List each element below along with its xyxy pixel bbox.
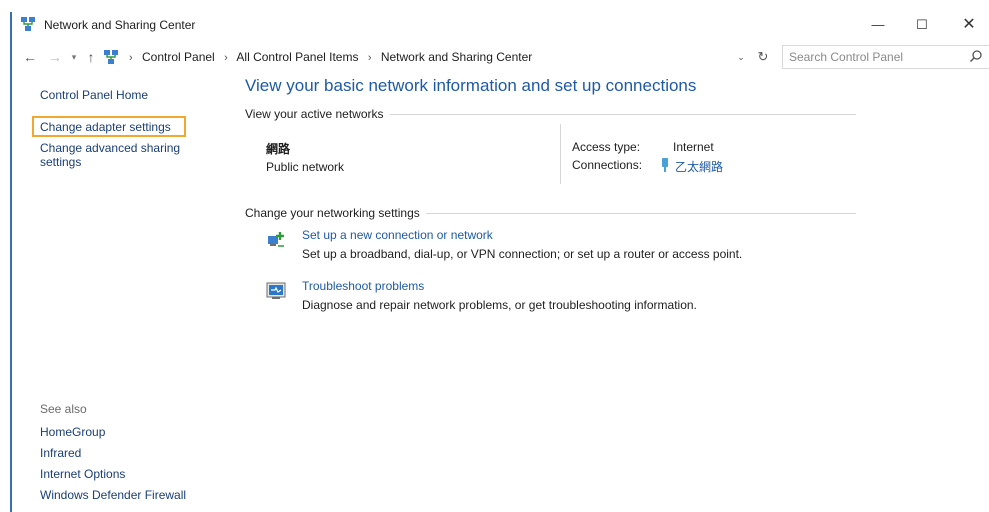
connections-label: Connections: (572, 158, 643, 172)
network-name: 網路 (266, 142, 291, 156)
setup-new-connection-description: Set up a broadband, dial-up, or VPN conn… (302, 247, 743, 261)
troubleshoot-problems-description: Diagnose and repair network problems, or… (302, 298, 697, 312)
breadcrumb-separator[interactable]: › (224, 52, 228, 64)
main-content: View your basic network information and … (232, 70, 972, 500)
control-panel-home-link[interactable]: Control Panel Home (40, 88, 148, 102)
breadcrumb-network-sharing-center[interactable]: Network and Sharing Center (381, 50, 532, 64)
internet-options-link[interactable]: Internet Options (40, 467, 125, 481)
homegroup-link[interactable]: HomeGroup (40, 425, 105, 439)
active-networks-heading: View your active networks (245, 107, 390, 121)
forward-button[interactable]: → (46, 46, 64, 68)
address-bar-row: ← → ▾ ↑ › Control Panel › All Control Pa… (12, 44, 989, 70)
minimize-button[interactable]: — (858, 12, 898, 38)
address-dropdown-button[interactable]: ⌄ (734, 46, 748, 68)
network-type-link[interactable]: Public network (266, 160, 344, 174)
firewall-link[interactable]: Windows Defender Firewall (40, 488, 186, 502)
access-type-value: Internet (673, 140, 714, 154)
network-vertical-divider (560, 124, 561, 184)
breadcrumb-control-panel[interactable]: Control Panel (142, 50, 215, 64)
network-sharing-center-window: Network and Sharing Center — ☐ ✕ ← → ▾ ↑… (0, 0, 989, 512)
left-task-pane: Control Panel Home Change adapter settin… (12, 78, 222, 512)
up-button[interactable]: ↑ (82, 46, 100, 68)
change-adapter-settings-link[interactable]: Change adapter settings (40, 120, 171, 134)
see-also-heading: See also (40, 402, 87, 416)
ethernet-icon (662, 158, 668, 172)
page-title: View your basic network information and … (245, 76, 697, 95)
window-title: Network and Sharing Center (44, 18, 196, 32)
control-panel-icon (104, 50, 118, 64)
breadcrumb-all-items[interactable]: All Control Panel Items (236, 50, 358, 64)
back-button[interactable]: ← (20, 46, 40, 68)
maximize-button[interactable]: ☐ (902, 12, 942, 38)
network-center-icon (21, 17, 35, 31)
search-icon[interactable] (969, 49, 983, 63)
infrared-link[interactable]: Infrared (40, 446, 81, 460)
troubleshoot-icon (266, 282, 286, 299)
setup-new-connection-link[interactable]: Set up a new connection or network (302, 228, 493, 242)
search-input[interactable] (789, 49, 959, 65)
title-bar: Network and Sharing Center — ☐ ✕ (12, 12, 989, 38)
change-advanced-sharing-link[interactable]: Change advanced sharing settings (40, 141, 210, 169)
breadcrumb-separator[interactable]: › (368, 52, 372, 64)
ethernet-connection-link[interactable]: 乙太網路 (675, 158, 723, 175)
new-connection-icon (268, 232, 284, 247)
breadcrumb-separator: › (129, 52, 133, 64)
change-settings-heading: Change your networking settings (245, 206, 426, 220)
recent-locations-button[interactable]: ▾ (66, 46, 82, 68)
refresh-button[interactable]: ↻ (754, 46, 772, 68)
search-box[interactable] (782, 45, 989, 69)
breadcrumb: › Control Panel › All Control Panel Item… (123, 44, 532, 70)
close-button[interactable]: ✕ (949, 12, 989, 38)
troubleshoot-problems-link[interactable]: Troubleshoot problems (302, 279, 424, 293)
access-type-label: Access type: (572, 140, 641, 154)
